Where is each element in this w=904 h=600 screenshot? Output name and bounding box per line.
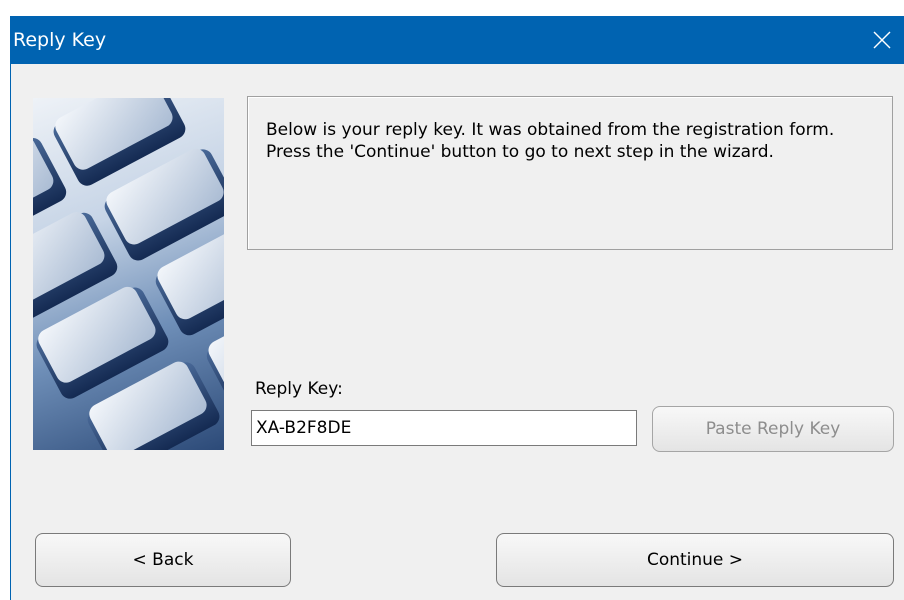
info-text: Below is your reply key. It was obtained… — [266, 120, 835, 162]
window-title: Reply Key — [13, 29, 107, 51]
info-panel: Below is your reply key. It was obtained… — [247, 96, 893, 250]
title-bar: Reply Key — [11, 16, 904, 64]
back-button[interactable]: < Back — [35, 533, 291, 587]
dialog-window: Reply Key Below is your reply key. It wa… — [10, 16, 904, 600]
paste-reply-key-button[interactable]: Paste Reply Key — [652, 406, 894, 452]
continue-button[interactable]: Continue > — [496, 533, 894, 587]
close-icon — [873, 31, 891, 49]
reply-key-label: Reply Key: — [255, 379, 343, 399]
close-button[interactable] — [859, 16, 904, 64]
reply-key-input[interactable] — [251, 410, 637, 446]
keyboard-image-art — [33, 98, 224, 450]
keyboard-image — [33, 98, 224, 450]
